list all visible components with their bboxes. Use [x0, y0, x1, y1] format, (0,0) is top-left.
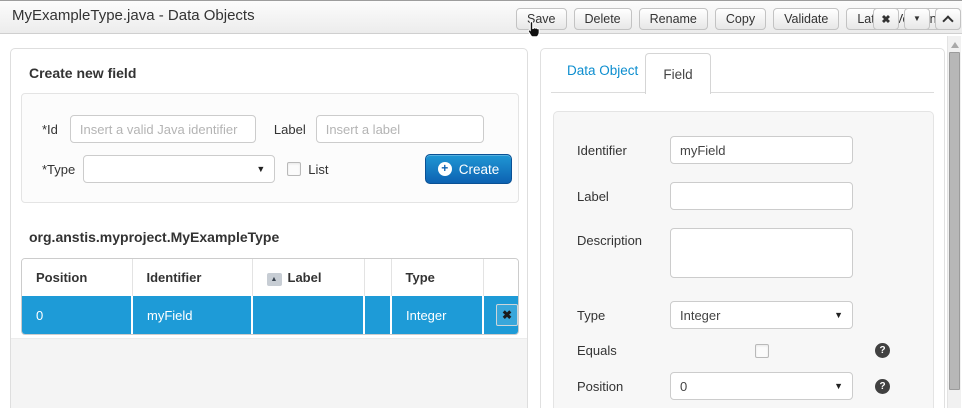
create-field-heading: Create new field [29, 65, 527, 81]
position-select[interactable]: 0 ▼ [670, 372, 853, 400]
caret-down-icon: ▼ [834, 310, 843, 320]
cell-position: 0 [22, 296, 132, 334]
column-header-actions [483, 259, 519, 296]
window-controls: ✖ ▼ [873, 8, 961, 30]
field-type-value: Integer [680, 308, 720, 323]
cell-identifier: myField [132, 296, 252, 334]
panel-menu-button[interactable]: ▼ [904, 8, 930, 30]
tab-field[interactable]: Field [645, 53, 711, 94]
create-button[interactable]: + Create [425, 154, 512, 184]
page-title: MyExampleType.java - Data Objects [12, 7, 255, 24]
fields-panel: Create new field *Id Label *Type ▼ List … [10, 48, 528, 408]
column-header-spacer [364, 259, 391, 296]
caret-down-icon: ▼ [834, 381, 843, 391]
id-input[interactable] [70, 115, 256, 143]
field-type-select[interactable]: Integer ▼ [670, 301, 853, 329]
id-label: *Id [42, 122, 58, 137]
create-button-label: Create [459, 162, 500, 177]
caret-down-icon: ▼ [256, 164, 265, 174]
field-type-label: Type [554, 308, 670, 323]
description-field[interactable] [670, 228, 853, 278]
list-label: List [308, 162, 328, 177]
scroll-up-arrow[interactable] [951, 42, 959, 48]
identifier-field[interactable] [670, 136, 853, 164]
cell-label [252, 296, 364, 334]
chevron-up-icon [942, 15, 953, 26]
close-panel-button[interactable]: ✖ [873, 8, 899, 30]
delete-row-button[interactable]: ✖ [496, 304, 518, 326]
table-footer [11, 338, 527, 408]
description-label: Description [554, 228, 670, 248]
equals-label: Equals [554, 343, 670, 358]
type-label: *Type [42, 162, 75, 177]
titlebar: MyExampleType.java - Data Objects Save D… [0, 0, 962, 34]
cell-spacer [364, 296, 391, 334]
close-icon: ✖ [881, 13, 890, 26]
fields-table: Position Identifier ▲ Label Type 0 myFiel… [21, 258, 519, 335]
plus-icon: + [438, 162, 452, 176]
sort-ascending-icon: ▲ [267, 273, 282, 286]
caret-down-icon: ▼ [913, 15, 921, 23]
data-object-fqn-heading: org.anstis.myproject.MyExampleType [29, 229, 527, 245]
rename-button[interactable]: Rename [639, 8, 708, 30]
table-row[interactable]: 0 myField Integer ✖ [22, 296, 519, 334]
position-label: Position [554, 379, 670, 394]
validate-button[interactable]: Validate [773, 8, 839, 30]
column-header-type[interactable]: Type [391, 259, 483, 296]
label-input[interactable] [316, 115, 484, 143]
identifier-label: Identifier [554, 143, 670, 158]
create-field-form: *Id Label *Type ▼ List + Create [21, 93, 519, 203]
field-label-label: Label [554, 189, 670, 204]
position-value: 0 [680, 379, 687, 394]
vertical-scrollbar [947, 36, 961, 408]
equals-help-icon[interactable]: ? [875, 343, 890, 358]
type-select[interactable]: ▼ [83, 155, 275, 183]
delete-button[interactable]: Delete [574, 8, 632, 30]
data-objects-editor: MyExampleType.java - Data Objects Save D… [0, 0, 962, 408]
scrollbar-thumb[interactable] [949, 52, 960, 390]
cell-type: Integer [391, 296, 483, 334]
copy-button[interactable]: Copy [715, 8, 766, 30]
column-header-identifier[interactable]: Identifier [132, 259, 252, 296]
label-label: Label [274, 122, 306, 137]
field-properties-form: Identifier Label Description Type [553, 111, 934, 408]
column-header-position[interactable]: Position [22, 259, 132, 296]
list-checkbox[interactable] [287, 162, 301, 176]
column-header-label[interactable]: ▲ Label [252, 259, 364, 296]
tab-data-object[interactable]: Data Object [567, 63, 638, 78]
column-header-label-text: Label [288, 270, 322, 285]
save-button[interactable]: Save [516, 8, 567, 30]
detail-panel: Data Object Field Identifier Label Descr… [540, 48, 945, 408]
equals-checkbox[interactable] [755, 344, 769, 358]
position-help-icon[interactable]: ? [875, 379, 890, 394]
field-label-field[interactable] [670, 182, 853, 210]
table-header-row: Position Identifier ▲ Label Type [22, 259, 519, 296]
collapse-panel-button[interactable] [935, 8, 961, 30]
detail-tabs: Data Object Field [551, 49, 934, 93]
